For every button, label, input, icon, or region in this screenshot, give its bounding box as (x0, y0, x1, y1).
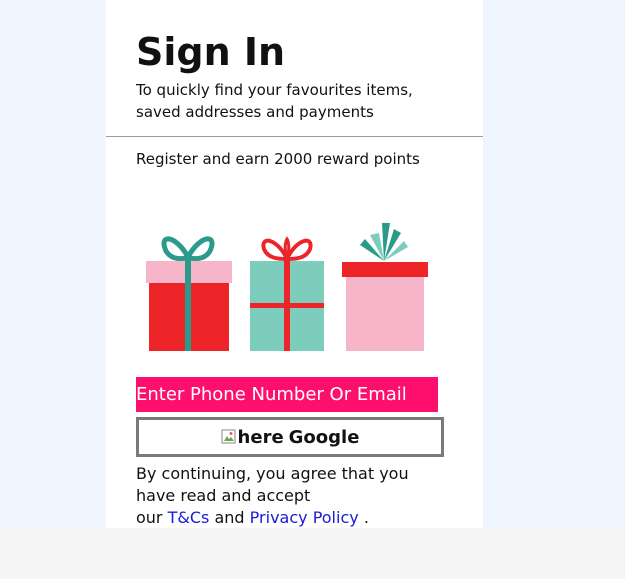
terms-line-1: By continuing, you agree that you (136, 464, 409, 483)
phone-or-email-button[interactable]: Enter Phone Number Or Email (136, 377, 438, 412)
terms-line-3: our T&Cs and Privacy Policy . (136, 507, 416, 528)
gift-box-icon (342, 223, 428, 351)
terms-text: By continuing, you agree that you have r… (136, 463, 416, 528)
google-button-label: Google (288, 426, 360, 448)
divider (106, 136, 483, 137)
reward-text: Register and earn 2000 reward points (136, 150, 420, 168)
signin-subtitle: To quickly find your favourites items, s… (136, 79, 436, 123)
broken-image-alt-text: here (237, 426, 284, 448)
terms-suffix: . (363, 508, 369, 527)
tnc-link[interactable]: T&Cs (168, 508, 210, 527)
gift-box-icon (250, 236, 324, 351)
page-bottom-band (0, 528, 625, 579)
subtitle-line-1: To quickly find your favourites items, (136, 81, 413, 99)
terms-prefix: our (136, 508, 163, 527)
broken-image-glyph (221, 429, 236, 444)
gift-box-icon (146, 236, 232, 351)
terms-line-2: have read and accept (136, 486, 311, 505)
page-title: Sign In (136, 30, 286, 74)
terms-and: and (214, 508, 245, 527)
gifts-illustration (146, 223, 428, 351)
broken-image-icon: here (221, 427, 284, 448)
signin-card: Sign In To quickly find your favourites … (106, 0, 483, 528)
google-signin-button[interactable]: here Google (136, 417, 444, 457)
subtitle-line-2: saved addresses and payments (136, 103, 374, 121)
privacy-policy-link[interactable]: Privacy Policy (250, 508, 359, 527)
